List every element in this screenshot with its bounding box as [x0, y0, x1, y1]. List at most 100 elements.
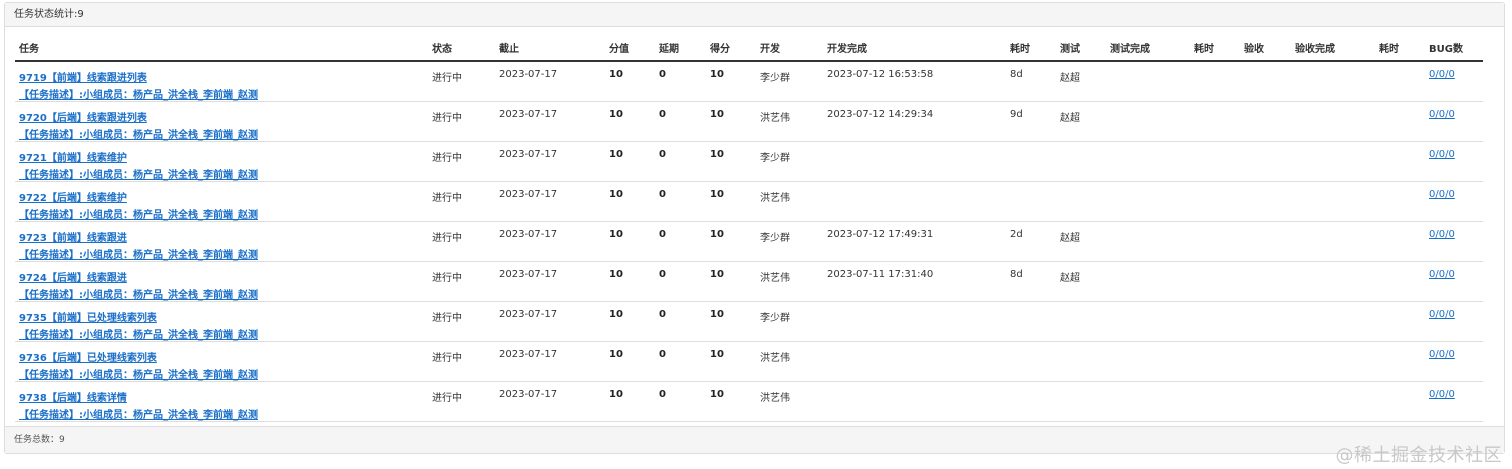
cell-dev-done: 2023-07-12 16:53:58 [823, 60, 1006, 102]
col-header-accept: 验收 [1240, 35, 1291, 62]
task-title-link[interactable]: 9724【后端】线索跟进 [19, 269, 424, 284]
cell-dev-done [823, 141, 1006, 182]
table-row: 9735【前端】已处理线索列表 【任务描述】:小组成员：杨产品_洪全栈_李前端_赵… [15, 301, 1483, 342]
bug-count-link[interactable]: 0/0/0 [1429, 69, 1479, 80]
col-header-score: 分值 [605, 35, 655, 62]
cell-delay: 0 [655, 221, 706, 262]
bug-count-link[interactable]: 0/0/0 [1429, 309, 1479, 320]
task-title-link[interactable]: 9736【后端】已处理线索列表 [19, 349, 424, 364]
cell-status: 进行中 [428, 381, 495, 422]
cell-points: 10 [706, 341, 756, 382]
table-row: 9721【前端】线索维护 【任务描述】:小组成员：杨产品_洪全栈_李前端_赵测 进行… [15, 141, 1483, 182]
col-header-accept-done: 验收完成 [1291, 35, 1375, 62]
task-title-link[interactable]: 9722【后端】线索维护 [19, 189, 424, 204]
cell-bugs: 0/0/0 [1425, 301, 1483, 342]
bug-count-link[interactable]: 0/0/0 [1429, 149, 1479, 160]
cell-score: 10 [605, 341, 655, 382]
task-title-link[interactable]: 9719【前端】线索跟进列表 [19, 69, 424, 84]
cell-deadline: 2023-07-17 [495, 141, 605, 182]
cell-dev: 洪艺伟 [756, 261, 823, 302]
task-desc-link[interactable]: 【任务描述】:小组成员：杨产品_洪全栈_李前端_赵测 [19, 86, 424, 101]
cell-test-done [1106, 101, 1190, 142]
bug-count-link[interactable]: 0/0/0 [1429, 349, 1479, 360]
cell-score: 10 [605, 381, 655, 422]
cell-dev-done [823, 341, 1006, 382]
cell-test-done [1106, 381, 1190, 422]
bug-count-link[interactable]: 0/0/0 [1429, 269, 1479, 280]
task-desc-link[interactable]: 【任务描述】:小组成员：杨产品_洪全栈_李前端_赵测 [19, 286, 424, 301]
cell-bugs: 0/0/0 [1425, 181, 1483, 222]
cell-score: 10 [605, 261, 655, 302]
cell-accept-done [1291, 141, 1375, 182]
cell-score: 10 [605, 101, 655, 142]
col-header-test-done: 测试完成 [1106, 35, 1190, 62]
cell-delay: 0 [655, 261, 706, 302]
cell-accept [1240, 381, 1291, 422]
cell-task: 9720【后端】线索跟进列表 【任务描述】:小组成员：杨产品_洪全栈_李前端_赵测 [15, 101, 428, 142]
cell-task: 9719【前端】线索跟进列表 【任务描述】:小组成员：杨产品_洪全栈_李前端_赵测 [15, 60, 428, 102]
col-header-dev-done: 开发完成 [823, 35, 1006, 62]
cell-test-time [1190, 381, 1240, 422]
cell-dev-done [823, 181, 1006, 222]
panel-footer: 任务总数：9 [5, 426, 1504, 453]
cell-test-time [1190, 221, 1240, 262]
cell-task: 9721【前端】线索维护 【任务描述】:小组成员：杨产品_洪全栈_李前端_赵测 [15, 141, 428, 182]
table-row: 9724【后端】线索跟进 【任务描述】:小组成员：杨产品_洪全栈_李前端_赵测 进行… [15, 261, 1483, 302]
cell-task: 9736【后端】已处理线索列表 【任务描述】:小组成员：杨产品_洪全栈_李前端_赵… [15, 341, 428, 382]
cell-test-done [1106, 341, 1190, 382]
cell-dev-done: 2023-07-12 17:49:31 [823, 221, 1006, 262]
bug-count-link[interactable]: 0/0/0 [1429, 229, 1479, 240]
bug-count-link[interactable]: 0/0/0 [1429, 189, 1479, 200]
cell-bugs: 0/0/0 [1425, 381, 1483, 422]
cell-tester: 赵超 [1056, 221, 1106, 262]
cell-test-done [1106, 301, 1190, 342]
cell-deadline: 2023-07-17 [495, 181, 605, 222]
task-title-link[interactable]: 9735【前端】已处理线索列表 [19, 309, 424, 324]
task-desc-link[interactable]: 【任务描述】:小组成员：杨产品_洪全栈_李前端_赵测 [19, 206, 424, 221]
task-title-link[interactable]: 9721【前端】线索维护 [19, 149, 424, 164]
cell-delay: 0 [655, 341, 706, 382]
task-desc-link[interactable]: 【任务描述】:小组成员：杨产品_洪全栈_李前端_赵测 [19, 246, 424, 261]
cell-deadline: 2023-07-17 [495, 60, 605, 102]
cell-bugs: 0/0/0 [1425, 141, 1483, 182]
bug-count-link[interactable]: 0/0/0 [1429, 109, 1479, 120]
task-desc-link[interactable]: 【任务描述】:小组成员：杨产品_洪全栈_李前端_赵测 [19, 166, 424, 181]
cell-points: 10 [706, 101, 756, 142]
cell-dev-time: 9d [1006, 101, 1056, 142]
task-title-link[interactable]: 9723【前端】线索跟进 [19, 229, 424, 244]
bug-count-link[interactable]: 0/0/0 [1429, 389, 1479, 400]
cell-test-done [1106, 261, 1190, 302]
table-row: 9723【前端】线索跟进 【任务描述】:小组成员：杨产品_洪全栈_李前端_赵测 进行… [15, 221, 1483, 262]
cell-accept [1240, 261, 1291, 302]
cell-accept-done [1291, 181, 1375, 222]
cell-dev: 洪艺伟 [756, 341, 823, 382]
task-desc-link[interactable]: 【任务描述】:小组成员：杨产品_洪全栈_李前端_赵测 [19, 406, 424, 421]
task-desc-link[interactable]: 【任务描述】:小组成员：杨产品_洪全栈_李前端_赵测 [19, 126, 424, 141]
cell-dev-time [1006, 381, 1056, 422]
cell-tester [1056, 301, 1106, 342]
cell-test-done [1106, 141, 1190, 182]
cell-dev-done [823, 381, 1006, 422]
task-title-link[interactable]: 9720【后端】线索跟进列表 [19, 109, 424, 124]
cell-dev-time: 2d [1006, 221, 1056, 262]
task-stats-panel: 任务状态统计:9 任务 状态 截止 分值 延期 得分 开发 开发完成 耗时 测试… [4, 2, 1505, 454]
cell-status: 进行中 [428, 301, 495, 342]
task-desc-link[interactable]: 【任务描述】:小组成员：杨产品_洪全栈_李前端_赵测 [19, 366, 424, 381]
cell-dev-time: 8d [1006, 261, 1056, 302]
cell-accept-time [1375, 181, 1425, 222]
cell-accept-done [1291, 60, 1375, 102]
table-row: 9736【后端】已处理线索列表 【任务描述】:小组成员：杨产品_洪全栈_李前端_赵… [15, 341, 1483, 382]
cell-status: 进行中 [428, 60, 495, 102]
cell-dev-done [823, 301, 1006, 342]
cell-bugs: 0/0/0 [1425, 221, 1483, 262]
col-header-tester: 测试 [1056, 35, 1106, 62]
cell-accept-done [1291, 261, 1375, 302]
cell-accept [1240, 101, 1291, 142]
cell-accept-done [1291, 301, 1375, 342]
cell-deadline: 2023-07-17 [495, 261, 605, 302]
task-title-link[interactable]: 9738【后端】线索详情 [19, 389, 424, 404]
cell-test-time [1190, 60, 1240, 102]
task-desc-link[interactable]: 【任务描述】:小组成员：杨产品_洪全栈_李前端_赵测 [19, 326, 424, 341]
cell-bugs: 0/0/0 [1425, 60, 1483, 102]
cell-task: 9723【前端】线索跟进 【任务描述】:小组成员：杨产品_洪全栈_李前端_赵测 [15, 221, 428, 262]
